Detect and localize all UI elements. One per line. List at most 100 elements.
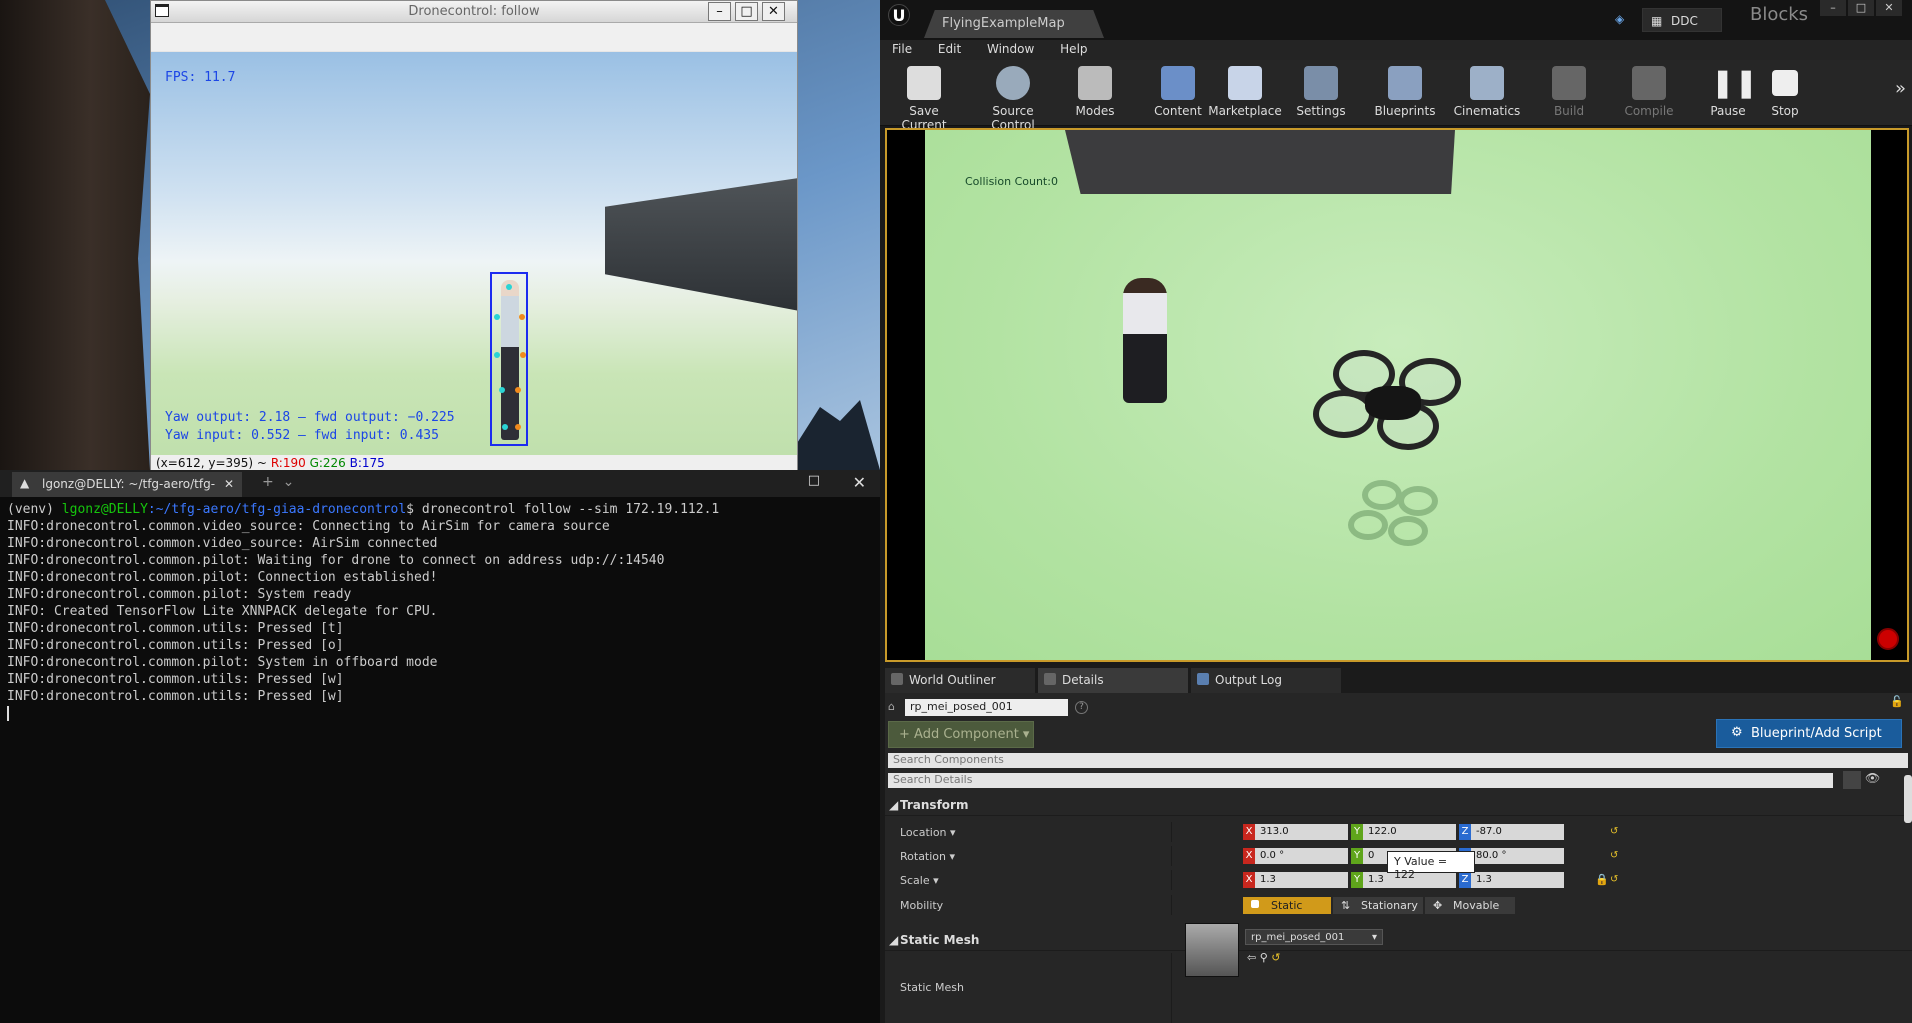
- tab-world-outliner[interactable]: World Outliner: [885, 668, 1035, 693]
- menu-window[interactable]: Window: [975, 40, 1044, 56]
- static-mesh-thumbnail[interactable]: [1185, 923, 1239, 977]
- unreal-logo-icon: U: [888, 4, 910, 26]
- modes-icon: [1078, 66, 1112, 100]
- drone-actor[interactable]: [1313, 350, 1473, 460]
- visibility-eye-icon[interactable]: 👁: [1865, 771, 1880, 785]
- help-icon[interactable]: ?: [1075, 701, 1088, 714]
- ue-minimize-button[interactable]: –: [1820, 0, 1846, 16]
- log-line: INFO:dronecontrol.common.pilot: System r…: [7, 587, 352, 602]
- marketplace-button[interactable]: Marketplace: [1206, 64, 1284, 118]
- reset-scale-icon[interactable]: ↺: [1610, 874, 1619, 885]
- source-control-button[interactable]: Source Control: [970, 64, 1056, 132]
- fps-label: FPS: 11.7: [165, 70, 236, 85]
- stop-button[interactable]: Stop: [1758, 64, 1812, 118]
- terminal-maximize-button[interactable]: □: [808, 473, 820, 488]
- save-current-button[interactable]: Save Current: [885, 64, 963, 132]
- static-mesh-dropdown[interactable]: rp_mei_posed_001 ▾: [1245, 929, 1383, 945]
- location-z-value: -87.0: [1471, 824, 1564, 840]
- value-tooltip: Y Value = 122: [1387, 851, 1475, 881]
- scale-x-field[interactable]: X 1.3: [1243, 872, 1348, 888]
- rotation-x-value: 0.0 °: [1255, 848, 1348, 864]
- map-tab[interactable]: FlyingExampleMap: [924, 10, 1104, 38]
- close-button[interactable]: ✕: [762, 2, 785, 21]
- mobility-label: Mobility: [900, 899, 944, 912]
- mobility-stationary-button[interactable]: ⇅ Stationary: [1333, 897, 1423, 914]
- column-divider: [1171, 953, 1172, 1023]
- transform-header[interactable]: ◢ Transform: [885, 795, 1912, 816]
- settings-gear-icon: [1304, 66, 1338, 100]
- pose-keypoint: [506, 284, 512, 290]
- location-label[interactable]: Location ▾: [900, 826, 956, 839]
- blueprints-button[interactable]: Blueprints: [1366, 64, 1444, 118]
- location-z-field[interactable]: Z -87.0: [1459, 824, 1564, 840]
- static-mesh-label: Static Mesh: [900, 981, 964, 994]
- search-components-input[interactable]: Search Components: [888, 753, 1908, 768]
- ddc-indicator[interactable]: ▦ DDC: [1642, 8, 1722, 32]
- shadow-rotor: [1362, 480, 1402, 510]
- new-tab-icon[interactable]: + ⌄: [262, 474, 294, 490]
- terminal-window: ▲ lgonz@DELLY: ~/tfg-aero/tfg- ✕ + ⌄ □ ✕…: [0, 470, 880, 1023]
- block-obstacle: [1065, 130, 1455, 194]
- minimize-button[interactable]: –: [708, 2, 731, 21]
- rotation-label[interactable]: Rotation ▾: [900, 850, 955, 863]
- blueprint-add-script-button[interactable]: ⚙ Blueprint/Add Script: [1716, 719, 1902, 748]
- terminal-tab[interactable]: ▲ lgonz@DELLY: ~/tfg-aero/tfg- ✕: [12, 472, 242, 497]
- reset-location-icon[interactable]: ↺: [1610, 826, 1619, 837]
- build-button[interactable]: Build: [1530, 64, 1608, 118]
- search-details-input[interactable]: Search Details: [888, 773, 1833, 788]
- menu-bar: File Edit Window Help: [880, 40, 1912, 60]
- prompt-line: (venv) lgonz@DELLY:~/tfg-aero/tfg-giaa-d…: [7, 501, 873, 518]
- follow-window: Dronecontrol: follow – □ ✕ FPS: 11.7 Yaw…: [150, 0, 798, 474]
- compile-button[interactable]: Compile: [1610, 64, 1688, 118]
- ue-close-button[interactable]: ✕: [1876, 0, 1902, 16]
- tab-close-icon[interactable]: ✕: [224, 477, 234, 491]
- static-mesh-header[interactable]: ◢ Static Mesh: [885, 930, 1912, 951]
- level-viewport[interactable]: Collision Count:0: [885, 128, 1909, 662]
- maximize-button[interactable]: □: [735, 2, 758, 21]
- source-control-icon[interactable]: ◈: [1615, 12, 1624, 26]
- follow-window-titlebar[interactable]: Dronecontrol: follow – □ ✕: [151, 1, 797, 23]
- mesh-browse-icons[interactable]: ⇦ ⚲ ↺: [1247, 951, 1281, 964]
- pose-keypoint: [494, 352, 500, 358]
- record-icon[interactable]: [1877, 628, 1899, 650]
- cinematics-button[interactable]: Cinematics: [1448, 64, 1526, 118]
- panel-tabs: World Outliner Details Output Log 🔓: [885, 665, 1912, 708]
- scale-lock-icon[interactable]: 🔒: [1595, 873, 1609, 886]
- pause-button[interactable]: ❚❚ Pause: [1696, 64, 1760, 118]
- actor-name-field[interactable]: rp_mei_posed_001: [905, 699, 1068, 716]
- log-line: INFO:dronecontrol.common.pilot: Connecti…: [7, 570, 438, 585]
- menu-file[interactable]: File: [880, 40, 922, 56]
- location-x-field[interactable]: X 313.0: [1243, 824, 1348, 840]
- modes-button[interactable]: Modes: [1056, 64, 1134, 118]
- terminal-close-button[interactable]: ✕: [853, 473, 866, 492]
- detection-bounding-box: [490, 272, 528, 446]
- shadow-rotor: [1388, 516, 1428, 546]
- ue-maximize-button[interactable]: □: [1848, 0, 1874, 16]
- axis-y: Y: [1351, 824, 1363, 840]
- settings-button[interactable]: Settings: [1282, 64, 1360, 118]
- column-divider: [1171, 846, 1172, 866]
- menu-edit[interactable]: Edit: [926, 40, 971, 56]
- tab-output-log[interactable]: Output Log: [1191, 668, 1341, 693]
- log-line: INFO:dronecontrol.common.utils: Pressed …: [7, 689, 344, 704]
- toolbar-overflow-icon[interactable]: »: [1895, 78, 1906, 99]
- scale-z-value: 1.3: [1471, 872, 1564, 888]
- rotation-x-field[interactable]: X 0.0 °: [1243, 848, 1348, 864]
- terminal-output[interactable]: (venv) lgonz@DELLY:~/tfg-aero/tfg-giaa-d…: [0, 497, 880, 726]
- camera-feed: FPS: 11.7 Yaw output: 2.18 — fwd output:…: [151, 52, 797, 455]
- axis-y: Y: [1351, 872, 1363, 888]
- scale-label[interactable]: Scale ▾: [900, 874, 939, 887]
- mobility-static-button[interactable]: Static: [1243, 897, 1331, 914]
- lock-icon[interactable]: 🔓: [1890, 695, 1904, 708]
- view-options-icon[interactable]: [1843, 771, 1861, 789]
- person-actor[interactable]: [1123, 278, 1167, 403]
- mobility-movable-button[interactable]: ✥ Movable: [1425, 897, 1515, 914]
- menu-help[interactable]: Help: [1048, 40, 1097, 56]
- reset-rotation-icon[interactable]: ↺: [1610, 850, 1619, 861]
- add-component-button[interactable]: + Add Component ▾: [888, 721, 1034, 748]
- location-y-field[interactable]: Y 122.0: [1351, 824, 1456, 840]
- details-scrollbar[interactable]: [1904, 775, 1912, 823]
- axis-x: X: [1243, 872, 1255, 888]
- scale-z-field[interactable]: Z 1.3: [1459, 872, 1564, 888]
- tab-details[interactable]: Details: [1038, 668, 1188, 693]
